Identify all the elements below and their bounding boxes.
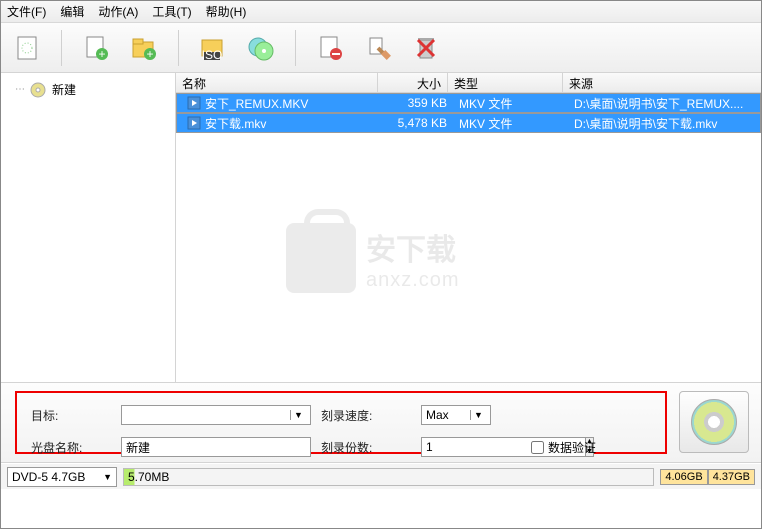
col-size[interactable]: 大小 (378, 73, 448, 92)
capacity-marks: 4.06GB 4.37GB (660, 469, 755, 485)
menu-tools[interactable]: 工具(T) (152, 3, 191, 20)
target-select[interactable]: ▼ (121, 405, 311, 425)
menu-action[interactable]: 动作(A) (98, 3, 138, 20)
media-type-select[interactable]: DVD-5 4.7GB▼ (7, 467, 117, 487)
col-type[interactable]: 类型 (448, 73, 563, 92)
burn-options: 目标: ▼ 刻录速度: Max▼ 光盘名称: 刻录份数: ▲▼ 数据验证 (1, 383, 761, 463)
label-speed: 刻录速度: (321, 407, 411, 424)
sidebar-item-new[interactable]: ⋯ 新建 (15, 79, 175, 100)
column-headers: 名称 大小 类型 来源 (176, 73, 761, 93)
disc-name-input[interactable] (121, 437, 311, 457)
mark-2: 4.37GB (708, 469, 755, 485)
speed-select[interactable]: Max▼ (421, 405, 491, 425)
main-area: ⋯ 新建 名称 大小 类型 来源 安下_REMUX.MKV359 KBMKV 文… (1, 73, 761, 383)
table-row[interactable]: 安下_REMUX.MKV359 KBMKV 文件D:\桌面\说明书\安下_REM… (176, 93, 761, 113)
watermark: 安下载 anxz.com (286, 223, 460, 293)
col-name[interactable]: 名称 (176, 73, 378, 92)
disc-small-icon (30, 82, 46, 98)
add-file-icon[interactable]: + (80, 32, 112, 64)
chevron-down-icon: ▼ (290, 410, 306, 420)
mark-1: 4.06GB (660, 469, 707, 485)
menu-edit[interactable]: 编辑 (60, 3, 84, 20)
sidebar-item-label: 新建 (52, 81, 76, 98)
used-space: 5.70MB (128, 470, 169, 484)
add-folder-icon[interactable]: + (128, 32, 160, 64)
svg-text:+: + (146, 47, 153, 61)
col-source[interactable]: 来源 (563, 73, 761, 92)
tree-dots-icon: ⋯ (15, 84, 24, 95)
verify-checkbox[interactable]: 数据验证 (531, 439, 651, 456)
label-disc-name: 光盘名称: (31, 439, 111, 456)
video-file-icon (187, 116, 201, 130)
status-bar: DVD-5 4.7GB▼ 5.70MB 4.06GB 4.37GB (1, 463, 761, 489)
new-doc-icon[interactable] (11, 32, 43, 64)
chevron-down-icon: ▼ (470, 410, 486, 420)
toolbar: + + ISO (1, 23, 761, 73)
iso-icon[interactable]: ISO (197, 32, 229, 64)
sidebar: ⋯ 新建 (1, 73, 176, 382)
delete-icon[interactable] (410, 32, 442, 64)
remove-item-icon[interactable] (314, 32, 346, 64)
table-row[interactable]: 安下载.mkv5,478 KBMKV 文件D:\桌面\说明书\安下载.mkv (176, 113, 761, 133)
label-copies: 刻录份数: (321, 439, 411, 456)
menu-help[interactable]: 帮助(H) (206, 3, 247, 20)
svg-text:ISO: ISO (202, 48, 223, 62)
capacity-gauge: 5.70MB (123, 468, 654, 486)
label-target: 目标: (31, 407, 111, 424)
chevron-down-icon: ▼ (103, 472, 112, 482)
burn-disc-icon (691, 399, 737, 445)
svg-text:+: + (98, 47, 105, 61)
menu-bar: 文件(F) 编辑 动作(A) 工具(T) 帮助(H) (1, 1, 761, 23)
options-highlight-box: 目标: ▼ 刻录速度: Max▼ 光盘名称: 刻录份数: ▲▼ 数据验证 (15, 391, 667, 454)
video-file-icon (187, 96, 201, 110)
disc-copy-icon[interactable] (245, 32, 277, 64)
burn-button[interactable] (679, 391, 749, 453)
menu-file[interactable]: 文件(F) (7, 3, 46, 20)
file-list: 名称 大小 类型 来源 安下_REMUX.MKV359 KBMKV 文件D:\桌… (176, 73, 761, 382)
copies-stepper[interactable]: ▲▼ (421, 437, 491, 457)
watermark-bag-icon (286, 223, 356, 293)
clear-icon[interactable] (362, 32, 394, 64)
